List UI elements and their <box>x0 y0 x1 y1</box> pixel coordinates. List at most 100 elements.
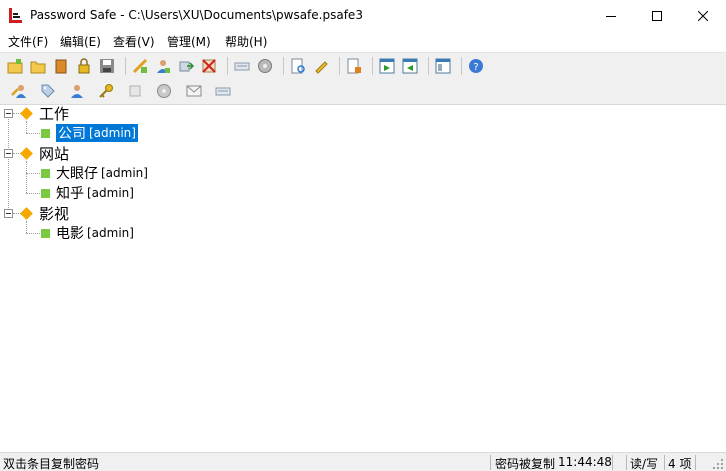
tag-button[interactable] <box>39 82 57 100</box>
send-email-button[interactable] <box>185 82 203 100</box>
disk-icon <box>258 59 272 73</box>
save-button[interactable] <box>98 57 116 75</box>
copy-notes-button[interactable] <box>126 82 144 100</box>
new-db-button[interactable] <box>6 57 24 75</box>
entry-user: [admin] <box>87 186 134 200</box>
add-entry-button[interactable] <box>131 57 149 75</box>
menu-view[interactable]: 查看(V) <box>113 33 155 50</box>
menu-manage[interactable]: 管理(M) <box>167 33 211 50</box>
collapse-toggle-work[interactable] <box>4 109 13 118</box>
entry-user: [admin] <box>101 166 148 180</box>
main-toolbar: ? <box>0 52 726 78</box>
resize-grip-icon[interactable] <box>712 458 724 470</box>
group-folder-icon <box>20 206 33 220</box>
disk-gray-icon <box>157 84 171 98</box>
close-db-icon <box>55 59 67 74</box>
minimize-icon <box>606 15 616 17</box>
copy-entry-icon <box>179 61 194 72</box>
status-hint: 双击条目复制密码 <box>3 457 100 471</box>
open-db-button[interactable] <box>29 57 47 75</box>
close-button[interactable] <box>680 0 726 31</box>
entry-icon <box>41 168 50 178</box>
browse-button[interactable] <box>256 57 274 75</box>
tree-group-media[interactable]: 影视 <box>20 203 70 223</box>
entry-title: 知乎 <box>56 186 84 202</box>
status-bar: 双击条目复制密码 密码被复制 11:44:48 读/写 4 项 <box>0 452 726 471</box>
keyboard-gray-icon <box>215 87 231 96</box>
import-icon <box>402 58 418 74</box>
tree-entry-zhihu[interactable]: 知乎 [admin] <box>41 183 134 203</box>
minimize-button[interactable] <box>588 0 634 31</box>
options-button[interactable] <box>434 57 452 75</box>
autotype-entry-button[interactable] <box>214 82 232 100</box>
edit-entry-icon <box>157 60 170 73</box>
report-icon <box>347 58 361 74</box>
maximize-button[interactable] <box>634 0 680 31</box>
tree-group-work[interactable]: 工作 <box>20 103 70 123</box>
email-icon <box>186 85 202 97</box>
menu-bar: 文件(F) 编辑(E) 查看(V) 管理(M) 帮助(H) <box>0 31 726 51</box>
menu-help[interactable]: 帮助(H) <box>225 33 267 50</box>
edit-button[interactable] <box>312 57 330 75</box>
key-icon <box>99 84 113 98</box>
copy-user-icon <box>11 85 26 98</box>
collapse-toggle-media[interactable] <box>4 209 13 218</box>
lock-icon <box>78 58 90 74</box>
report-button[interactable] <box>345 57 363 75</box>
tree-group-websites[interactable]: 网站 <box>20 143 70 163</box>
entry-icon <box>41 228 50 238</box>
copy-entry-button[interactable] <box>177 57 195 75</box>
tree-entry-company[interactable]: 公司 [admin] <box>41 123 138 143</box>
lock-button[interactable] <box>75 57 93 75</box>
delete-entry-button[interactable] <box>200 57 218 75</box>
entry-user: [admin] <box>87 226 134 240</box>
autotype-button[interactable] <box>233 57 251 75</box>
export-button[interactable] <box>378 57 396 75</box>
find-button[interactable] <box>289 57 307 75</box>
pencil-icon <box>315 61 328 74</box>
copy-password-button[interactable] <box>97 82 115 100</box>
save-icon <box>100 59 114 73</box>
title-bar: Password Safe - C:\Users\XU\Documents\pw… <box>0 0 726 31</box>
svg-text:?: ? <box>473 62 478 73</box>
menu-file[interactable]: 文件(F) <box>8 33 48 50</box>
tree-entry-dayanzai[interactable]: 大眼仔 [admin] <box>41 163 148 183</box>
delete-entry-icon <box>202 59 216 73</box>
entry-title: 电影 <box>56 226 84 242</box>
options-icon <box>435 58 451 74</box>
entry-icon <box>41 128 50 138</box>
copy-username-button[interactable] <box>10 82 28 100</box>
entry-tree[interactable]: 工作 公司 [admin] 网站 大眼仔 [admin] 知乎 [admin] … <box>0 104 726 452</box>
status-time: 11:44:48 <box>558 455 612 469</box>
group-label: 工作 <box>39 104 70 123</box>
status-copied: 密码被复制 <box>495 457 556 471</box>
tag-icon <box>41 84 55 98</box>
entry-user: [admin] <box>89 126 136 140</box>
new-db-icon <box>7 59 23 74</box>
entry-title: 公司 <box>58 126 86 142</box>
close-db-button[interactable] <box>52 57 70 75</box>
copy-user-button[interactable] <box>68 82 86 100</box>
window-title: Password Safe - C:\Users\XU\Documents\pw… <box>30 8 363 22</box>
maximize-icon <box>652 10 662 21</box>
tree-entry-movie[interactable]: 电影 [admin] <box>41 223 134 243</box>
import-button[interactable] <box>401 57 419 75</box>
group-label: 影视 <box>39 204 70 223</box>
add-entry-icon <box>132 58 148 74</box>
password-safe-app-icon <box>9 8 22 23</box>
edit-entry-button[interactable] <box>154 57 172 75</box>
help-button[interactable]: ? <box>467 57 485 75</box>
group-folder-icon <box>20 106 33 120</box>
keyboard-icon <box>234 62 250 71</box>
notes-icon <box>129 85 141 97</box>
help-icon: ? <box>469 59 483 73</box>
menu-edit[interactable]: 编辑(E) <box>60 33 101 50</box>
browse-url-button[interactable] <box>155 82 173 100</box>
group-folder-icon <box>20 146 33 160</box>
selected-entry-highlight: 公司 [admin] <box>56 124 138 142</box>
open-db-icon <box>30 61 46 74</box>
group-label: 网站 <box>39 144 70 163</box>
collapse-toggle-websites[interactable] <box>4 149 13 158</box>
close-icon <box>698 10 708 21</box>
entry-toolbar <box>0 78 726 104</box>
